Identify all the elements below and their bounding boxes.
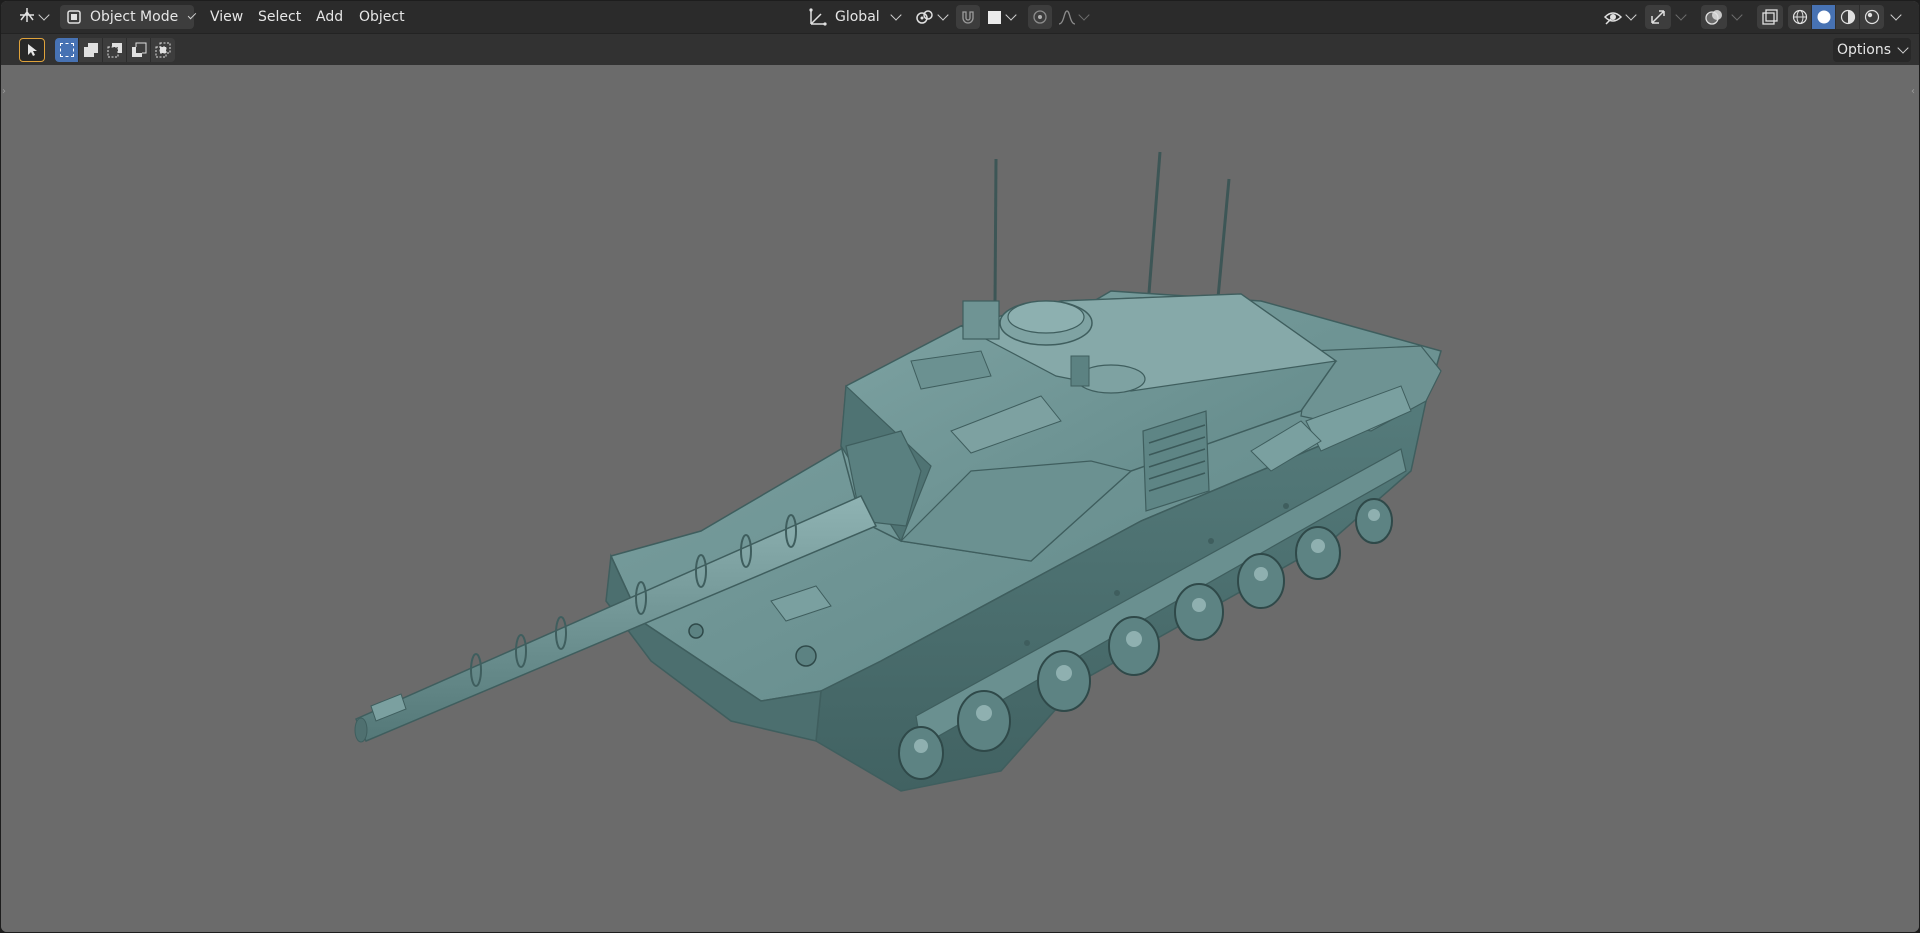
menu-select[interactable]: Select [254,6,305,28]
options-dropdown[interactable]: Options [1833,38,1911,62]
overlay-circles-icon [1705,8,1723,26]
chevron-down-icon [1625,9,1637,21]
selection-mode-group [55,38,175,62]
select-extend-icon [83,42,99,58]
falloff-curve-icon [1058,9,1076,25]
xray-toggle[interactable] [1757,5,1783,29]
select-new-button[interactable] [55,38,79,62]
material-shading-icon [1840,9,1856,25]
chevron-down-icon [1897,42,1909,54]
orientation-label: Global [835,9,880,25]
shading-mode-group [1788,5,1884,29]
blender-window: Object Mode View Select Add Object Globa… [1,1,1919,932]
snap-increment-icon [987,10,1001,24]
shading-menu[interactable] [1887,5,1905,29]
select-tool-button[interactable] [19,38,45,62]
material-shading-button[interactable] [1836,5,1860,29]
pivot-point-selector[interactable] [912,5,950,29]
overlay-menu[interactable] [1729,5,1745,29]
select-new-icon [59,43,74,57]
chevron-down-icon [38,9,50,21]
menu-view[interactable]: View [206,6,247,28]
rendered-shading-button[interactable] [1860,5,1884,29]
options-label: Options [1836,42,1892,58]
chevron-down-icon [1004,9,1017,21]
object-data-transform-icon [18,6,36,28]
select-intersect-icon [155,42,171,58]
rendered-shading-icon [1864,9,1880,25]
solid-shading-icon [1816,9,1832,25]
chevron-down-icon [1675,9,1687,21]
select-extend-button[interactable] [79,38,103,62]
solid-shading-button[interactable] [1812,5,1836,29]
select-cursor-icon [25,43,39,57]
eye-visibility-icon [1603,8,1623,26]
snap-toggle[interactable] [956,5,980,29]
pivot-link-icon [915,8,935,26]
menu-object[interactable]: Object [355,6,409,28]
mode-label: Object Mode [90,9,179,25]
3d-viewport[interactable]: › ‹ [1,65,1919,932]
overlay-toggle[interactable] [1701,5,1727,29]
chevron-down-icon [890,9,902,21]
gizmo-arrows-icon [1649,8,1667,26]
proportional-edit-toggle[interactable] [1028,5,1052,29]
select-intersect-button[interactable] [151,38,175,62]
xray-toggle-icon [1761,8,1779,26]
gizmo-toggle[interactable] [1645,5,1671,29]
wireframe-shading-button[interactable] [1788,5,1812,29]
falloff-selector[interactable] [1055,5,1091,29]
mode-selector[interactable]: Object Mode [60,5,197,29]
chevron-down-icon [1890,9,1902,21]
chevron-down-icon [937,9,949,21]
tank-model[interactable] [1,65,1919,932]
gizmo-menu[interactable] [1673,5,1689,29]
tool-header: Options [1,34,1919,66]
snap-magnet-icon [960,9,976,25]
chevron-down-icon [1078,9,1090,21]
proportional-edit-icon [1032,9,1048,25]
select-subtract-icon [107,42,123,58]
wireframe-shading-icon [1792,9,1808,25]
orientation-gizmo-icon [807,7,827,27]
editor-type-selector[interactable] [13,5,53,29]
select-subtract-button[interactable] [103,38,127,62]
select-invert-icon [131,42,147,58]
menu-add[interactable]: Add [312,6,347,28]
object-mode-icon [66,9,82,25]
viewport-header: Object Mode View Select Add Object Globa… [1,1,1919,34]
select-invert-button[interactable] [127,38,151,62]
chevron-down-icon [1731,9,1743,21]
visibility-selector[interactable] [1599,5,1639,29]
chevron-down-icon [187,10,197,20]
snap-element-selector[interactable] [983,5,1019,29]
transform-orientation-selector[interactable]: Global [803,5,905,29]
